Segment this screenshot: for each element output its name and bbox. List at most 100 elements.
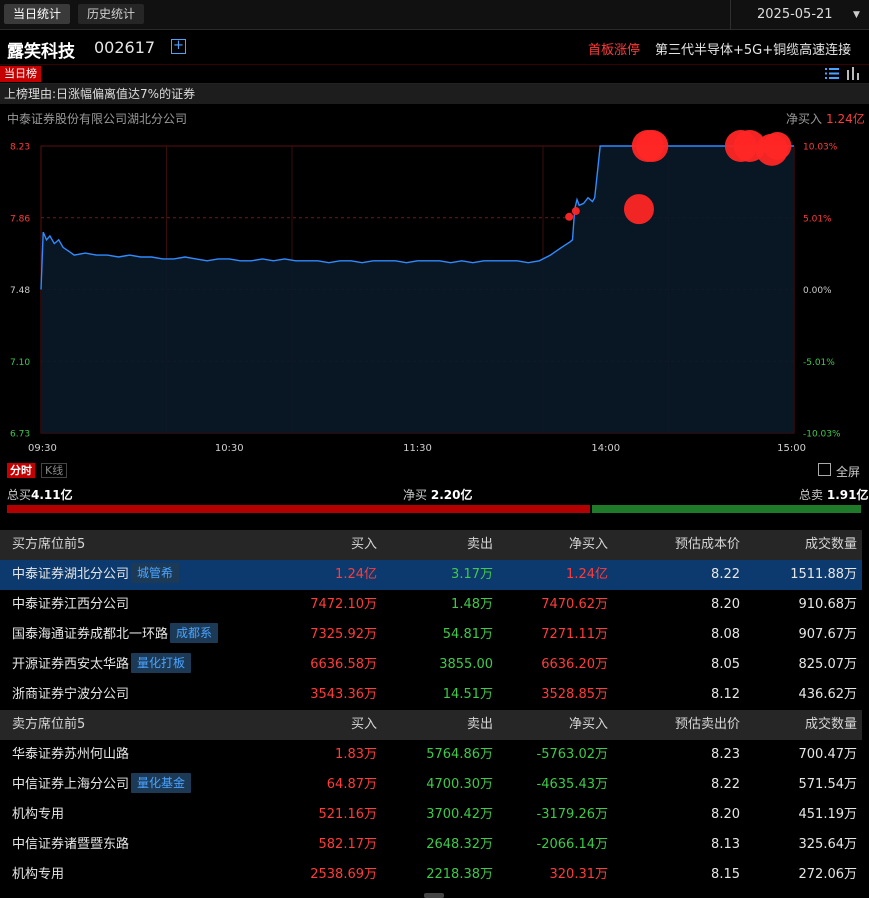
buy-amount: 7325.92万 [310,627,377,642]
seat-tag[interactable]: 成都系 [170,623,219,643]
sell-amount: 3855.00 [439,657,493,672]
sell-column-header[interactable]: 净买入 [569,710,608,740]
seat-name[interactable]: 华泰证券苏州何山路 [12,740,129,770]
estimated-price: 8.20 [711,597,740,612]
net-amount: 6636.20万 [541,657,608,672]
buy-amount: 6636.58万 [310,657,377,672]
total-sell-value: 1.91亿 [826,488,869,502]
total-net: 净买 2.20亿 [403,486,472,503]
seat-name[interactable]: 机构专用 [12,800,64,830]
table-row[interactable]: 浙商证券宁波分公司 3543.36万 14.51万 3528.85万 8.12 436.6… [0,680,862,710]
buy-amount: 7472.10万 [310,597,377,612]
add-watchlist-button[interactable]: + [171,39,186,54]
total-buy: 总买4.11亿 [7,486,73,503]
table-row[interactable]: 开源证券西安太华路 量化打板 6636.58万 3855.00 6636.20万 8.05… [0,650,862,680]
seat-name[interactable]: 中信证券上海分公司 量化基金 [12,770,192,800]
seat-tag[interactable]: 量化基金 [131,773,192,793]
date-picker[interactable]: 2025-05-21 [730,0,869,30]
buy-column-header[interactable]: 预估成本价 [675,530,740,560]
sell-column-header[interactable]: 买入 [351,710,377,740]
table-row[interactable]: 中信证券诸暨暨东路 582.17万 2648.32万 -2066.14万 8.13 325… [0,830,862,860]
seat-tag[interactable]: 城管希 [131,563,180,583]
y-tick-label: 10.03% [803,143,838,153]
buy-amount: 1.83万 [335,747,377,762]
volume: 700.47万 [798,747,858,762]
seat-name[interactable]: 中泰证券江西分公司 [12,590,129,620]
sell-column-header[interactable]: 卖方席位前5 [12,710,85,740]
bar-chart-icon[interactable] [846,67,860,80]
tab-kline[interactable]: K线 [41,463,68,478]
seat-name[interactable]: 中信证券诸暨暨东路 [12,830,129,860]
net-amount: 320.31万 [549,867,609,882]
table-row[interactable]: 机构专用 2538.69万 2218.38万 320.31万 8.15 272.06万 [0,860,862,890]
sell-header: 卖方席位前5 买入 卖出 净买入 预估卖出价 成交数量 [0,710,862,740]
list-bar [0,64,869,84]
sell-amount: 2648.32万 [426,837,493,852]
estimated-price: 8.23 [711,747,740,762]
seat-tag[interactable]: 量化打板 [131,653,192,673]
chevron-down-icon[interactable]: ▼ [853,0,863,30]
table-row[interactable]: 国泰海通证券成都北一环路 成都系 7325.92万 54.81万 7271.11万 8.0… [0,620,862,650]
tab-today-stats[interactable]: 当日统计 [4,4,71,24]
list-view-icon[interactable] [825,67,839,80]
date-value: 2025-05-21 [757,7,833,22]
table-row[interactable]: 华泰证券苏州何山路 1.83万 5764.86万 -5763.02万 8.23 700.4… [0,740,862,770]
table-row[interactable]: 中信证券上海分公司 量化基金 64.87万 4700.30万 -4635.43万 8.22… [0,770,862,800]
scroll-handle[interactable] [424,893,444,898]
estimated-price: 8.20 [711,807,740,822]
total-sell: 总卖 1.91亿 [799,486,868,503]
total-sell-label: 总卖 [799,488,824,502]
limit-up-status: 首板涨停 [588,43,641,58]
table-row[interactable]: 机构专用 521.16万 3700.42万 -3179.26万 8.20 451.19万 [0,800,862,830]
estimated-price: 8.05 [711,657,740,672]
buy-column-header[interactable]: 卖出 [467,530,493,560]
sell-column-header[interactable]: 预估卖出价 [675,710,740,740]
volume: 325.64万 [798,837,858,852]
seat-name[interactable]: 开源证券西安太华路 量化打板 [12,650,192,680]
tab-history-stats[interactable]: 历史统计 [78,4,145,24]
seat-name[interactable]: 国泰海通证券成都北一环路 成都系 [12,620,219,650]
fullscreen-label[interactable]: 全屏 [836,463,860,480]
trade-marker [571,207,580,216]
x-tick-label: 14:00 [591,443,620,454]
net-amount: -2066.14万 [536,837,608,852]
concept-tags: 第三代半导体+5G+铜缆高速连接 [655,43,852,58]
total-net-value: 2.20亿 [430,488,473,502]
broker-name: 中泰证券股份有限公司湖北分公司 [7,112,188,126]
list-reason: 上榜理由:日涨幅偏离值达7%的证券 [0,84,869,104]
estimated-price: 8.15 [711,867,740,882]
net-amount: 7271.11万 [541,627,608,642]
trade-marker [623,194,654,225]
list-badge[interactable]: 当日榜 [0,66,41,82]
stock-code: 002617 [94,38,156,57]
table-row[interactable]: 中泰证券湖北分公司 城管希 1.24亿 3.17万 1.24亿 8.22 1511.88万 [0,560,862,590]
y-tick-label: -5.01% [803,358,835,368]
tab-intraday[interactable]: 分时 [7,463,35,478]
buy-column-header[interactable]: 买入 [351,530,377,560]
seat-name[interactable]: 机构专用 [12,860,64,890]
buy-seats-table: 买方席位前5 买入 卖出 净买入 预估成本价 成交数量 中泰证券湖北分公司 城管希 1.24亿 3… [0,530,862,710]
sell-column-header[interactable]: 成交数量 [805,710,857,740]
fullscreen-icon[interactable] [818,463,831,476]
estimated-price: 8.08 [711,627,740,642]
buy-amount: 64.87万 [326,777,377,792]
sell-column-header[interactable]: 卖出 [467,710,493,740]
buy-column-header[interactable]: 净买入 [569,530,608,560]
volume: 571.54万 [798,777,858,792]
seat-name[interactable]: 浙商证券宁波分公司 [12,680,129,710]
y-tick-label: 0.00% [803,286,832,296]
trade-marker [636,130,669,162]
seat-name[interactable]: 中泰证券湖北分公司 城管希 [12,560,180,590]
buy-column-header[interactable]: 买方席位前5 [12,530,85,560]
buy-header: 买方席位前5 买入 卖出 净买入 预估成本价 成交数量 [0,530,862,560]
table-row[interactable]: 中泰证券江西分公司 7472.10万 1.48万 7470.62万 8.20 910.68… [0,590,862,620]
sell-amount: 3.17万 [451,567,493,582]
buy-column-header[interactable]: 成交数量 [805,530,857,560]
intraday-chart[interactable]: 8.23 7.86 7.48 7.10 6.73 10.03% 5.01% 0.00% -5.0… [0,130,869,460]
net-buy-label: 净买入 [786,112,823,126]
volume: 910.68万 [798,597,858,612]
buy-ratio-bar [7,505,590,513]
estimated-price: 8.22 [711,777,740,792]
y-tick-label: 5.01% [803,214,832,224]
volume: 1511.88万 [790,567,857,582]
